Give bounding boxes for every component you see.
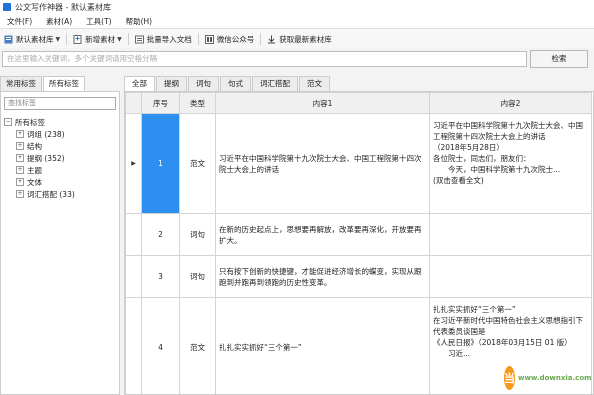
tag-panel: 查找标签 − 所有标签 + 词组 (238) + 结构 + 提纲 (352) +… <box>0 91 120 395</box>
collapse-icon[interactable]: − <box>4 118 12 126</box>
tree-item-theme[interactable]: + 主题 <box>4 164 75 176</box>
menu-tools[interactable]: 工具(T) <box>79 16 118 27</box>
tab-collocation[interactable]: 词汇搭配 <box>252 76 298 91</box>
app-icon <box>3 3 11 11</box>
menu-file[interactable]: 文件(F) <box>0 16 39 27</box>
watermark-text: www.downxia.com <box>518 374 592 382</box>
column-header-content1[interactable]: 内容1 <box>215 92 430 114</box>
chevron-down-icon: ▼ <box>117 35 122 43</box>
separator <box>197 33 199 45</box>
tag-filter-input[interactable]: 查找标签 <box>4 97 116 110</box>
menu-material[interactable]: 素材(A) <box>39 16 79 27</box>
tab-sentence[interactable]: 句式 <box>220 76 251 91</box>
watermark-logo: 当 <box>504 366 515 390</box>
expand-icon[interactable]: + <box>16 142 24 150</box>
wechat-icon <box>204 34 214 44</box>
new-material-button[interactable]: 新增素材 ▼ <box>69 31 126 47</box>
row-content2 <box>429 255 592 298</box>
tab-phrases[interactable]: 词句 <box>188 76 219 91</box>
column-header-no[interactable]: 序号 <box>141 92 180 114</box>
row-indicator <box>125 297 142 394</box>
content-tab-strip: 全部 提纲 词句 句式 词汇搭配 范文 <box>124 76 331 91</box>
tree-item-label: 结构 <box>27 141 42 151</box>
row-content1: 习近平在中国科学院第十九次院士大会、中国工程院第十四次院士大会上的讲话 <box>215 113 430 214</box>
row-indicator-header <box>125 92 142 114</box>
fetch-latest-label: 获取最新素材库 <box>279 34 332 44</box>
row-type: 范文 <box>179 297 216 394</box>
expand-icon[interactable]: + <box>16 166 24 174</box>
expand-icon[interactable]: + <box>16 178 24 186</box>
row-indicator <box>125 255 142 298</box>
column-header-type[interactable]: 类型 <box>179 92 216 114</box>
wechat-label: 微信公众号 <box>216 34 255 44</box>
row-content1: 只有按下创新的快捷键，才能促进经济增长的蝶变，实现从跟跑到并跑再到领跑的历史性变… <box>215 255 430 298</box>
batch-import-label: 批量导入文档 <box>146 34 192 44</box>
new-document-icon <box>73 34 82 44</box>
menu-bar: 文件(F) 素材(A) 工具(T) 帮助(H) <box>0 14 594 28</box>
table-header-row: 序号 类型 内容1 内容2 <box>125 92 592 114</box>
row-number: 1 <box>141 113 180 214</box>
tree-item-label: 主题 <box>27 165 42 175</box>
download-icon <box>268 35 276 43</box>
tree-root[interactable]: − 所有标签 <box>4 116 75 128</box>
row-number: 2 <box>141 213 180 256</box>
toolbar: 默认素材库 ▼ 新增素材 ▼ 批量导入文档 微信公众号 获取最新素材库 <box>0 28 594 50</box>
table-row[interactable]: 3 词句 只有按下创新的快捷键，才能促进经济增长的蝶变，实现从跟跑到并跑再到领跑… <box>125 255 592 298</box>
tag-tree: − 所有标签 + 词组 (238) + 结构 + 提纲 (352) + 主题 +… <box>4 116 75 200</box>
row-content2: 习近平在中国科学院第十九次院士大会、中国工程院第十四次院士大会上的讲话 （201… <box>429 113 592 214</box>
row-indicator <box>125 213 142 256</box>
separator <box>66 33 68 45</box>
row-pointer-icon: ▶ <box>125 113 142 214</box>
row-number: 4 <box>141 297 180 394</box>
row-number: 3 <box>141 255 180 298</box>
tab-all[interactable]: 全部 <box>124 76 155 91</box>
title-bar: 公文写作神器 - 默认素材库 <box>0 0 594 14</box>
tree-item-outline[interactable]: + 提纲 (352) <box>4 152 75 164</box>
tab-common-tags[interactable]: 常用标签 <box>0 76 42 91</box>
tree-item-label: 提纲 (352) <box>27 153 65 163</box>
search-row: 在这里输入关键词，多个关键词请用空格分隔 检索 <box>0 48 594 70</box>
left-tab-strip: 常用标签 所有标签 <box>0 76 122 91</box>
expand-icon[interactable]: + <box>16 130 24 138</box>
tree-item-label: 词组 (238) <box>27 129 65 139</box>
tree-item-phrases[interactable]: + 词组 (238) <box>4 128 75 140</box>
row-content1: 扎扎实实抓好“三个第一” <box>215 297 430 394</box>
tree-item-structure[interactable]: + 结构 <box>4 140 75 152</box>
wechat-button[interactable]: 微信公众号 <box>201 31 259 47</box>
tab-outline[interactable]: 提纲 <box>156 76 187 91</box>
library-label: 默认素材库 <box>16 34 54 44</box>
row-type: 词句 <box>179 213 216 256</box>
tree-item-label: 词汇搭配 (33) <box>27 189 75 199</box>
table-row[interactable]: ▶ 1 范文 习近平在中国科学院第十九次院士大会、中国工程院第十四次院士大会上的… <box>125 113 592 214</box>
expand-icon[interactable]: + <box>16 190 24 198</box>
tab-all-tags[interactable]: 所有标签 <box>43 76 85 91</box>
material-table: 序号 类型 内容1 内容2 ▶ 1 范文 习近平在中国科学院第十九次院士大会、中… <box>124 91 594 395</box>
chevron-down-icon: ▼ <box>55 35 61 43</box>
tree-item-genre[interactable]: + 文体 <box>4 176 75 188</box>
tree-item-collocation[interactable]: + 词汇搭配 (33) <box>4 188 75 200</box>
fetch-latest-button[interactable]: 获取最新素材库 <box>263 31 336 47</box>
watermark: 当 www.downxia.com <box>504 365 592 391</box>
window-title: 公文写作神器 - 默认素材库 <box>15 2 111 12</box>
separator <box>260 33 262 45</box>
row-type: 词句 <box>179 255 216 298</box>
library-dropdown[interactable]: 默认素材库 ▼ <box>0 31 64 47</box>
search-button[interactable]: 检索 <box>530 50 588 68</box>
table-row[interactable]: 2 词句 在新的历史起点上，思想要再解放，改革要再深化，开放要再扩大。 <box>125 213 592 256</box>
tree-root-label: 所有标签 <box>15 117 45 127</box>
tab-model-essay[interactable]: 范文 <box>299 76 330 91</box>
expand-icon[interactable]: + <box>16 154 24 162</box>
separator <box>127 33 129 45</box>
row-content2 <box>429 213 592 256</box>
new-material-label: 新增素材 <box>85 34 116 44</box>
row-type: 范文 <box>179 113 216 214</box>
menu-help[interactable]: 帮助(H) <box>119 16 160 27</box>
search-input[interactable]: 在这里输入关键词，多个关键词请用空格分隔 <box>2 51 527 67</box>
tree-item-label: 文体 <box>27 177 42 187</box>
import-icon <box>134 35 144 43</box>
column-header-content2[interactable]: 内容2 <box>429 92 592 114</box>
batch-import-button[interactable]: 批量导入文档 <box>131 31 196 47</box>
row-content1: 在新的历史起点上，思想要再解放，改革要再深化，开放要再扩大。 <box>215 213 430 256</box>
library-icon <box>4 35 13 43</box>
